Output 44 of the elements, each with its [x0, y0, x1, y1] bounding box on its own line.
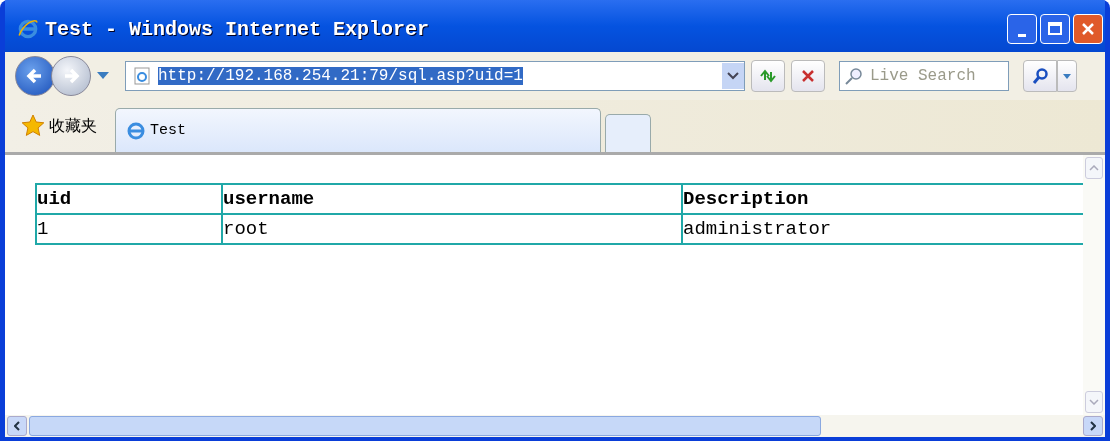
ie-logo-icon [126, 120, 146, 141]
chevron-down-icon [727, 72, 739, 80]
browser-tab[interactable]: Test [115, 108, 601, 152]
chevron-up-icon [1089, 165, 1099, 171]
minimize-icon [1018, 33, 1026, 37]
scroll-right-button[interactable] [1083, 416, 1103, 436]
ie-logo-icon [17, 18, 39, 40]
horizontal-scrollbar[interactable] [5, 415, 1105, 437]
page-icon [134, 67, 150, 85]
search-options-button[interactable] [1057, 60, 1077, 92]
maximize-button[interactable] [1040, 14, 1070, 44]
favorites-button[interactable]: 收藏夹 [11, 106, 111, 146]
column-header: uid [36, 184, 222, 214]
table-cell: root [222, 214, 682, 244]
star-icon [21, 114, 45, 138]
caret-icon [1063, 73, 1071, 79]
table-cell: 1 [36, 214, 222, 244]
new-tab-button[interactable] [605, 114, 651, 152]
back-button[interactable] [15, 56, 55, 96]
stop-button[interactable] [791, 60, 825, 92]
chevron-down-icon [1089, 399, 1099, 405]
dropdown-arrow-icon[interactable] [97, 72, 109, 80]
chevron-left-icon [14, 421, 20, 431]
column-header: Description [682, 184, 1083, 214]
refresh-icon [759, 68, 777, 84]
search-icon [1031, 67, 1049, 85]
minimize-button[interactable] [1007, 14, 1037, 44]
magnifier-icon [844, 66, 864, 86]
search-button[interactable] [1023, 60, 1057, 92]
refresh-button[interactable] [751, 60, 785, 92]
scrollbar-thumb[interactable] [29, 416, 821, 436]
stop-icon [801, 69, 815, 83]
close-button[interactable] [1073, 14, 1103, 44]
maximize-icon [1047, 21, 1063, 37]
address-field[interactable]: http://192.168.254.21:79/sql.asp?uid=1 [125, 61, 745, 91]
scroll-left-button[interactable] [7, 416, 27, 436]
address-dropdown-button[interactable] [722, 63, 744, 89]
column-header: username [222, 184, 682, 214]
url-text: http://192.168.254.21:79/sql.asp?uid=1 [158, 67, 523, 85]
forward-button[interactable] [51, 56, 91, 96]
chevron-right-icon [1090, 421, 1096, 431]
close-icon [1080, 21, 1096, 37]
search-field[interactable]: Live Search [839, 61, 1009, 91]
window-title: Test - Windows Internet Explorer [45, 17, 431, 41]
